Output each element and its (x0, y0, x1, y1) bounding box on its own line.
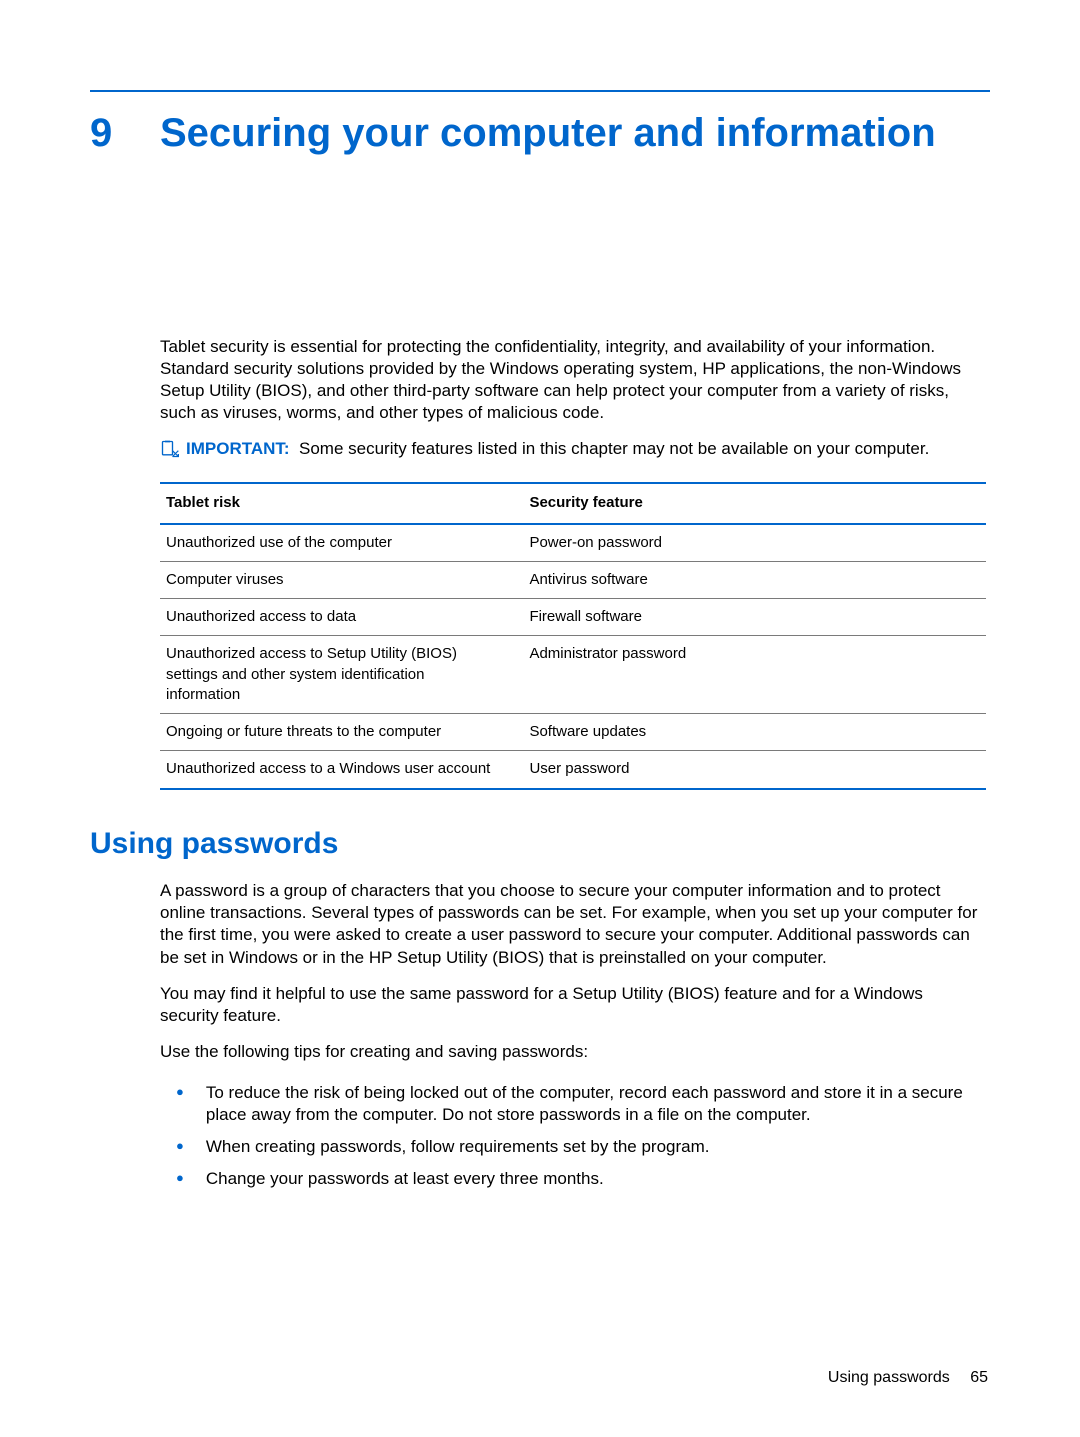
table-cell: Unauthorized use of the computer (160, 524, 523, 562)
list-item: ● To reduce the risk of being locked out… (160, 1077, 986, 1131)
table-row: Computer viruses Antivirus software (160, 561, 986, 598)
table-cell: Ongoing or future threats to the compute… (160, 714, 523, 751)
bullet-icon: ● (176, 1136, 184, 1158)
document-page: 9 Securing your computer and information… (0, 0, 1080, 1437)
table-row: Unauthorized access to a Windows user ac… (160, 751, 986, 789)
chapter-title: Securing your computer and information (160, 110, 936, 156)
table-header-row: Tablet risk Security feature (160, 483, 986, 523)
table-row: Unauthorized access to Setup Utility (BI… (160, 636, 986, 714)
intro-paragraph: Tablet security is essential for protect… (160, 336, 986, 424)
table-row: Unauthorized use of the computer Power-o… (160, 524, 986, 562)
list-item: ● When creating passwords, follow requir… (160, 1131, 986, 1163)
tip-text: To reduce the risk of being locked out o… (206, 1082, 986, 1126)
chapter-heading: 9 Securing your computer and information (90, 110, 990, 156)
pw-paragraph-3: Use the following tips for creating and … (160, 1041, 986, 1063)
important-text: IMPORTANT: Some security features listed… (186, 438, 929, 460)
footer-section: Using passwords (828, 1369, 950, 1386)
table-cell: Antivirus software (523, 561, 986, 598)
risk-table: Tablet risk Security feature Unauthorize… (160, 482, 986, 789)
bullet-icon: ● (176, 1168, 184, 1190)
bullet-icon: ● (176, 1082, 184, 1126)
table-cell: Firewall software (523, 599, 986, 636)
chapter-number: 9 (90, 112, 130, 154)
list-item: ● Change your passwords at least every t… (160, 1163, 986, 1195)
table-header-feature: Security feature (523, 483, 986, 523)
important-label: IMPORTANT: (186, 439, 290, 458)
table-cell: Unauthorized access to a Windows user ac… (160, 751, 523, 789)
table-cell: Administrator password (523, 636, 986, 714)
table-cell: Computer viruses (160, 561, 523, 598)
table-cell: Unauthorized access to data (160, 599, 523, 636)
table-cell: User password (523, 751, 986, 789)
tip-text: When creating passwords, follow requirem… (206, 1136, 710, 1158)
important-body: Some security features listed in this ch… (299, 439, 929, 458)
table-cell: Software updates (523, 714, 986, 751)
important-icon (160, 439, 180, 459)
section-heading-passwords: Using passwords (90, 824, 990, 865)
table-cell: Power-on password (523, 524, 986, 562)
tip-text: Change your passwords at least every thr… (206, 1168, 604, 1190)
table-row: Unauthorized access to data Firewall sof… (160, 599, 986, 636)
table-cell: Unauthorized access to Setup Utility (BI… (160, 636, 523, 714)
important-note: IMPORTANT: Some security features listed… (160, 438, 986, 460)
pw-paragraph-2: You may find it helpful to use the same … (160, 983, 986, 1027)
table-header-risk: Tablet risk (160, 483, 523, 523)
tips-list: ● To reduce the risk of being locked out… (160, 1077, 986, 1195)
footer-page-number: 65 (970, 1367, 988, 1389)
pw-paragraph-1: A password is a group of characters that… (160, 880, 986, 968)
page-footer: Using passwords 65 (828, 1367, 988, 1389)
table-row: Ongoing or future threats to the compute… (160, 714, 986, 751)
chapter-divider (90, 90, 990, 92)
